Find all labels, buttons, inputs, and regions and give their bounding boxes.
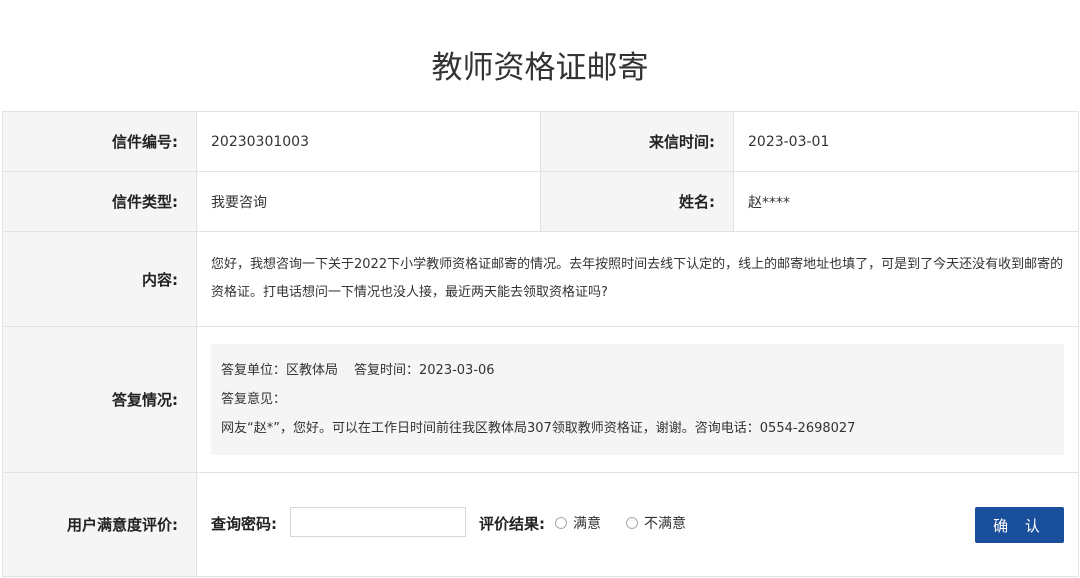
- table-row: 信件类型: 我要咨询 姓名: 赵****: [2, 171, 1079, 232]
- reply-meta: 答复单位：区教体局 答复时间：2023-03-06: [221, 356, 1054, 385]
- reply-opinion-text: 网友“赵*”，您好。可以在工作日时间前往我区教体局307领取教师资格证，谢谢。咨…: [221, 421, 856, 436]
- radio-unsatisfied[interactable]: [626, 517, 638, 529]
- table-row: 用户满意度评价: 查询密码: 评价结果: 满意 不满意 确 认: [2, 472, 1079, 577]
- evaluation-label: 用户满意度评价:: [2, 472, 197, 577]
- evaluation-cell: 查询密码: 评价结果: 满意 不满意 确 认: [196, 472, 1079, 577]
- table-row: 答复情况: 答复单位：区教体局 答复时间：2023-03-06 答复意见： 网友“…: [2, 326, 1079, 473]
- option-satisfied[interactable]: 满意: [555, 513, 601, 533]
- password-label: 查询密码:: [211, 515, 277, 533]
- reply-opinion-label: 答复意见：: [221, 392, 287, 407]
- reply-cell: 答复单位：区教体局 答复时间：2023-03-06 答复意见： 网友“赵*”，您好…: [196, 326, 1079, 473]
- letter-detail-table: 信件编号: 20230301003 来信时间: 2023-03-01 信件类型:…: [2, 111, 1079, 577]
- letter-date-value: 2023-03-01: [733, 111, 1079, 172]
- confirm-button[interactable]: 确 认: [975, 507, 1064, 543]
- content-text: 您好，我想咨询一下关于2022下小学教师资格证邮寄的情况。去年按照时间去线下认定…: [196, 231, 1079, 327]
- option-satisfied-label: 满意: [573, 516, 601, 532]
- reply-unit: 答复单位：区教体局: [221, 363, 339, 378]
- page-title: 教师资格证邮寄: [431, 50, 649, 86]
- table-row: 信件编号: 20230301003 来信时间: 2023-03-01: [2, 111, 1079, 172]
- letter-type-value: 我要咨询: [196, 171, 541, 232]
- table-row: 内容: 您好，我想咨询一下关于2022下小学教师资格证邮寄的情况。去年按照时间去…: [2, 231, 1079, 327]
- option-unsatisfied-label: 不满意: [644, 516, 686, 532]
- letter-date-label: 来信时间:: [540, 111, 734, 172]
- option-unsatisfied[interactable]: 不满意: [626, 513, 686, 533]
- result-label: 评价结果:: [479, 515, 545, 533]
- letter-type-label: 信件类型:: [2, 171, 197, 232]
- reply-label: 答复情况:: [2, 326, 197, 473]
- letter-number-label: 信件编号:: [2, 111, 197, 172]
- radio-satisfied[interactable]: [555, 517, 567, 529]
- query-password-input[interactable]: [290, 507, 466, 537]
- sender-name-label: 姓名:: [540, 171, 734, 232]
- letter-number-value: 20230301003: [196, 111, 541, 172]
- sender-name-value: 赵****: [733, 171, 1079, 232]
- content-label: 内容:: [2, 231, 197, 327]
- reply-time: 答复时间：2023-03-06: [354, 363, 495, 378]
- reply-box: 答复单位：区教体局 答复时间：2023-03-06 答复意见： 网友“赵*”，您好…: [211, 344, 1064, 455]
- evaluation-form: 查询密码: 评价结果: 满意 不满意 确 认: [197, 473, 1078, 576]
